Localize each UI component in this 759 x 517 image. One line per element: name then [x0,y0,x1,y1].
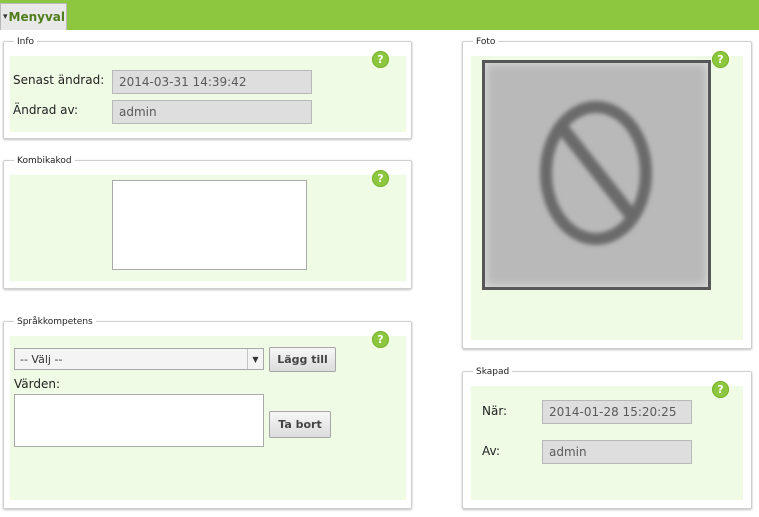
av-field: admin [542,440,692,464]
nar-field: 2014-01-28 15:20:25 [542,400,692,424]
skapad-help-icon[interactable]: ? [712,381,729,398]
language-select[interactable]: -- Välj -- ▼ [14,348,264,370]
menu-label: Menyval [8,10,66,24]
chevron-down-icon: ▼ [247,349,263,369]
top-menu-bar: ▾ Menyval [0,0,759,30]
senast-andrad-label: Senast ändrad: [13,73,105,87]
sprakkompetens-help-icon[interactable]: ? [372,331,389,348]
sprakkompetens-legend: Språkkompetens [14,317,96,327]
av-label: Av: [482,444,500,458]
foto-panel: Foto ? [462,37,752,349]
andrad-av-field: admin [112,100,312,124]
kombikakod-textarea[interactable] [112,180,307,270]
caret-down-icon: ▾ [3,12,8,22]
info-panel: Info ? Senast ändrad: 2014-03-31 14:39:4… [3,37,412,139]
varden-label: Värden: [14,377,61,391]
info-help-icon[interactable]: ? [372,51,389,68]
profile-photo[interactable] [482,60,711,290]
skapad-legend: Skapad [473,367,513,377]
skapad-panel: Skapad ? När: 2014-01-28 15:20:25 Av: ad… [462,367,752,509]
foto-legend: Foto [473,37,499,47]
sprakkompetens-panel: Språkkompetens ? -- Välj -- ▼ Lägg till … [3,317,412,509]
kombikakod-panel: Kombikakod ? [3,156,412,289]
varden-list[interactable] [14,394,264,447]
info-legend: Info [14,37,38,47]
senast-andrad-field: 2014-03-31 14:39:42 [112,70,312,94]
nar-label: När: [482,404,508,418]
menu-toggle-button[interactable]: ▾ Menyval [0,3,67,30]
kombikakod-legend: Kombikakod [14,156,75,166]
andrad-av-label: Ändrad av: [13,103,78,117]
foto-help-icon[interactable]: ? [712,51,729,68]
no-photo-icon [540,101,652,245]
remove-language-button[interactable]: Ta bort [269,411,331,438]
kombikakod-help-icon[interactable]: ? [372,170,389,187]
language-select-value: -- Välj -- [20,352,63,366]
add-language-button[interactable]: Lägg till [269,347,336,372]
